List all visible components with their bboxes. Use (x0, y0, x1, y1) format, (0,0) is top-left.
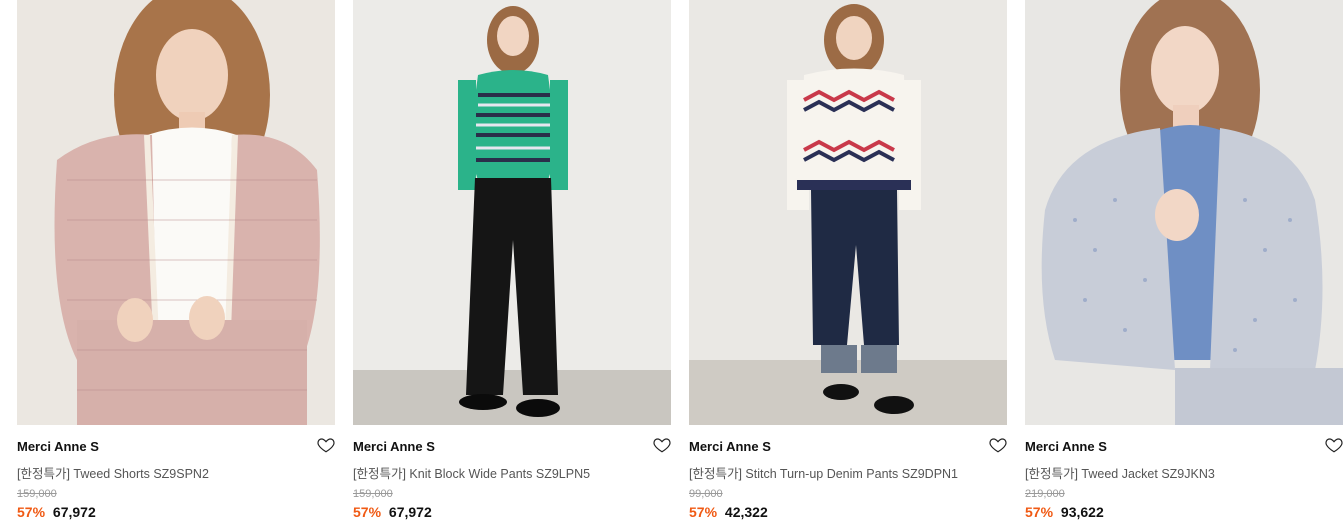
product-grid: Merci Anne S [한정특가] Tweed Shorts SZ9SPN2… (0, 0, 1344, 531)
original-price: 99,000 (689, 488, 723, 500)
product-name[interactable]: [한정특가] Tweed Jacket SZ9JKN3 (1025, 463, 1215, 482)
discount-rate: 57% (689, 504, 718, 520)
price-row: 57% 67,972 (17, 504, 96, 520)
heart-outline-icon[interactable] (317, 436, 335, 454)
product-name[interactable]: [한정특가] Knit Block Wide Pants SZ9LPN5 (353, 463, 590, 482)
product-name[interactable]: [한정특가] Stitch Turn-up Denim Pants SZ9DPN… (689, 463, 958, 482)
product-image[interactable] (353, 0, 671, 425)
product-image[interactable] (689, 0, 1007, 425)
brand-name[interactable]: Merci Anne S (1025, 439, 1107, 454)
sale-price: 67,972 (388, 504, 432, 520)
sale-price: 42,322 (724, 504, 768, 520)
product-image[interactable] (1025, 0, 1343, 425)
product-card[interactable]: Merci Anne S [한정특가] Tweed Shorts SZ9SPN2… (17, 0, 335, 531)
discount-rate: 57% (17, 504, 46, 520)
heart-outline-icon[interactable] (1325, 436, 1343, 454)
price-row: 57% 42,322 (689, 504, 768, 520)
product-image[interactable] (17, 0, 335, 425)
product-name[interactable]: [한정특가] Tweed Shorts SZ9SPN2 (17, 463, 209, 482)
original-price: 219,000 (1025, 488, 1065, 500)
brand-name[interactable]: Merci Anne S (689, 439, 771, 454)
heart-outline-icon[interactable] (653, 436, 671, 454)
brand-name[interactable]: Merci Anne S (17, 439, 99, 454)
original-price: 159,000 (17, 488, 57, 500)
price-row: 57% 93,622 (1025, 504, 1104, 520)
discount-rate: 57% (353, 504, 382, 520)
sale-price: 67,972 (52, 504, 96, 520)
heart-outline-icon[interactable] (989, 436, 1007, 454)
discount-rate: 57% (1025, 504, 1054, 520)
price-row: 57% 67,972 (353, 504, 432, 520)
original-price: 159,000 (353, 488, 393, 500)
product-card[interactable]: Merci Anne S [한정특가] Stitch Turn-up Denim… (689, 0, 1007, 531)
product-card[interactable]: Merci Anne S [한정특가] Knit Block Wide Pant… (353, 0, 671, 531)
product-card[interactable]: Merci Anne S [한정특가] Tweed Jacket SZ9JKN3… (1025, 0, 1343, 531)
sale-price: 93,622 (1060, 504, 1104, 520)
brand-name[interactable]: Merci Anne S (353, 439, 435, 454)
